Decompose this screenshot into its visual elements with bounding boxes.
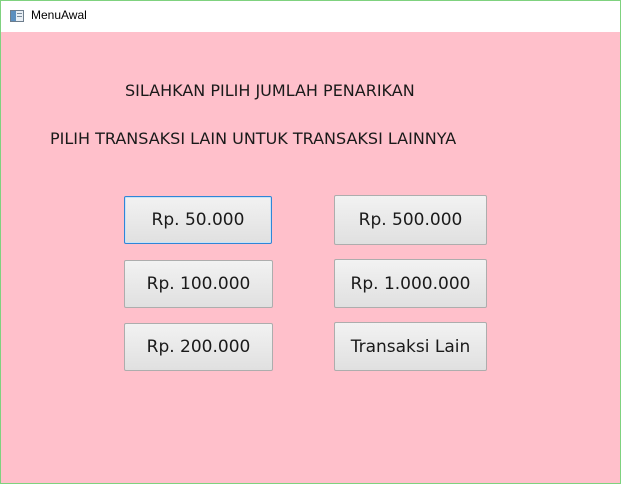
amount-200000-button[interactable]: Rp. 200.000 xyxy=(124,323,273,371)
instruction-other-transaction: PILIH TRANSAKSI LAIN UNTUK TRANSAKSI LAI… xyxy=(50,129,457,148)
title-bar[interactable]: MenuAwal xyxy=(1,1,620,32)
amount-1000000-button[interactable]: Rp. 1.000.000 xyxy=(334,259,487,308)
menu-awal-window: MenuAwal SILAHKAN PILIH JUMLAH PENARIKAN… xyxy=(0,0,621,484)
content-panel: SILAHKAN PILIH JUMLAH PENARIKAN PILIH TR… xyxy=(1,32,620,483)
window-title: MenuAwal xyxy=(31,8,87,22)
amount-100000-button[interactable]: Rp. 100.000 xyxy=(124,260,273,308)
instruction-select-amount: SILAHKAN PILIH JUMLAH PENARIKAN xyxy=(125,81,415,100)
other-transaction-button[interactable]: Transaksi Lain xyxy=(334,322,487,371)
amount-50000-button[interactable]: Rp. 50.000 xyxy=(124,196,272,244)
java-window-icon xyxy=(10,10,24,22)
amount-500000-button[interactable]: Rp. 500.000 xyxy=(334,195,487,245)
